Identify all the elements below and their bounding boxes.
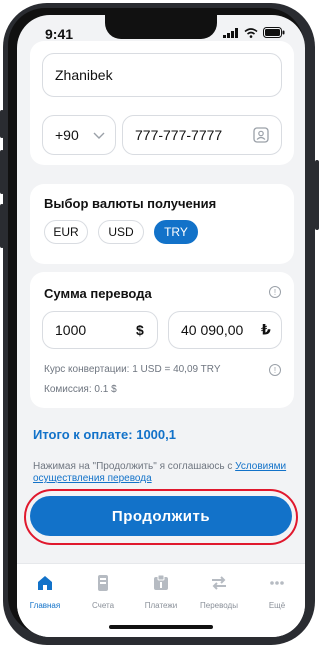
currency-title: Выбор валюты получения bbox=[44, 196, 217, 211]
amount-card: Сумма перевода ! 1000 $ 40 090,00 ₺ Курс… bbox=[30, 272, 294, 408]
screen: 9:41 Zhanibek +90 777-777-7777 Выбор вал… bbox=[17, 15, 305, 637]
recipient-card: Zhanibek +90 777-777-7777 bbox=[30, 41, 294, 165]
accounts-icon bbox=[98, 575, 108, 591]
home-indicator bbox=[109, 625, 213, 629]
tab-transfers-label: Переводы bbox=[200, 601, 238, 610]
chevron-down-icon bbox=[93, 132, 105, 139]
tab-accounts[interactable]: Счета bbox=[75, 574, 131, 610]
tab-more[interactable]: Ещё bbox=[249, 574, 305, 610]
currency-chip-eur[interactable]: EUR bbox=[44, 220, 88, 244]
info-icon[interactable]: ! bbox=[269, 286, 281, 298]
currency-chip-try[interactable]: TRY bbox=[154, 220, 198, 244]
status-icons bbox=[223, 27, 285, 38]
phone-number-value: 777-777-7777 bbox=[135, 127, 223, 143]
transfers-icon bbox=[212, 576, 226, 590]
agreement-prefix: Нажимая на "Продолжить" я соглашаюсь с bbox=[33, 461, 236, 472]
battery-icon bbox=[263, 27, 285, 38]
more-icon bbox=[270, 581, 284, 585]
rate-info-icon[interactable]: ! bbox=[269, 364, 281, 376]
phone-side-button bbox=[315, 160, 319, 230]
lira-symbol: ₺ bbox=[261, 321, 271, 338]
tab-more-label: Ещё bbox=[268, 601, 286, 610]
phone-number-field[interactable]: 777-777-7777 bbox=[122, 115, 282, 155]
status-time: 9:41 bbox=[45, 26, 74, 42]
signal-icon bbox=[223, 27, 238, 38]
exchange-rate-text: Курс конвертации: 1 USD = 40,09 TRY bbox=[44, 364, 221, 375]
continue-button[interactable]: Продолжить bbox=[30, 496, 292, 536]
payments-icon bbox=[154, 574, 168, 590]
dollar-symbol: $ bbox=[136, 322, 144, 338]
notch bbox=[105, 15, 217, 39]
tab-payments-label: Платежи bbox=[144, 601, 178, 610]
tab-home-label: Главная bbox=[29, 601, 61, 610]
contacts-icon[interactable] bbox=[253, 127, 269, 143]
phone-side-button bbox=[0, 150, 4, 194]
receive-amount-value: 40 090,00 bbox=[181, 322, 244, 338]
tab-accounts-label: Счета bbox=[91, 601, 115, 610]
send-amount-value: 1000 bbox=[55, 322, 87, 338]
agreement-text: Нажимая на "Продолжить" я соглашаюсь с У… bbox=[33, 461, 295, 485]
name-field[interactable]: Zhanibek bbox=[42, 53, 282, 97]
amount-title: Сумма перевода bbox=[44, 286, 152, 301]
phone-code-select[interactable]: +90 bbox=[42, 115, 116, 155]
phone-side-button bbox=[0, 204, 4, 248]
wifi-icon bbox=[244, 27, 258, 38]
home-icon bbox=[38, 576, 52, 590]
tab-transfers[interactable]: Переводы bbox=[191, 574, 247, 610]
tab-home[interactable]: Главная bbox=[17, 574, 73, 610]
phone-side-button bbox=[0, 110, 4, 138]
phone-code-value: +90 bbox=[55, 127, 79, 143]
commission-text: Комиссия: 0.1 $ bbox=[44, 384, 117, 395]
currency-card: Выбор валюты получения EUR USD TRY bbox=[30, 184, 294, 264]
total-to-pay: Итого к оплате: 1000,1 bbox=[33, 427, 176, 442]
send-amount-field[interactable]: 1000 $ bbox=[42, 311, 158, 349]
currency-chip-usd[interactable]: USD bbox=[98, 220, 144, 244]
receive-amount-field[interactable]: 40 090,00 ₺ bbox=[168, 311, 282, 349]
name-value: Zhanibek bbox=[55, 67, 113, 83]
tab-payments[interactable]: Платежи bbox=[133, 574, 189, 610]
